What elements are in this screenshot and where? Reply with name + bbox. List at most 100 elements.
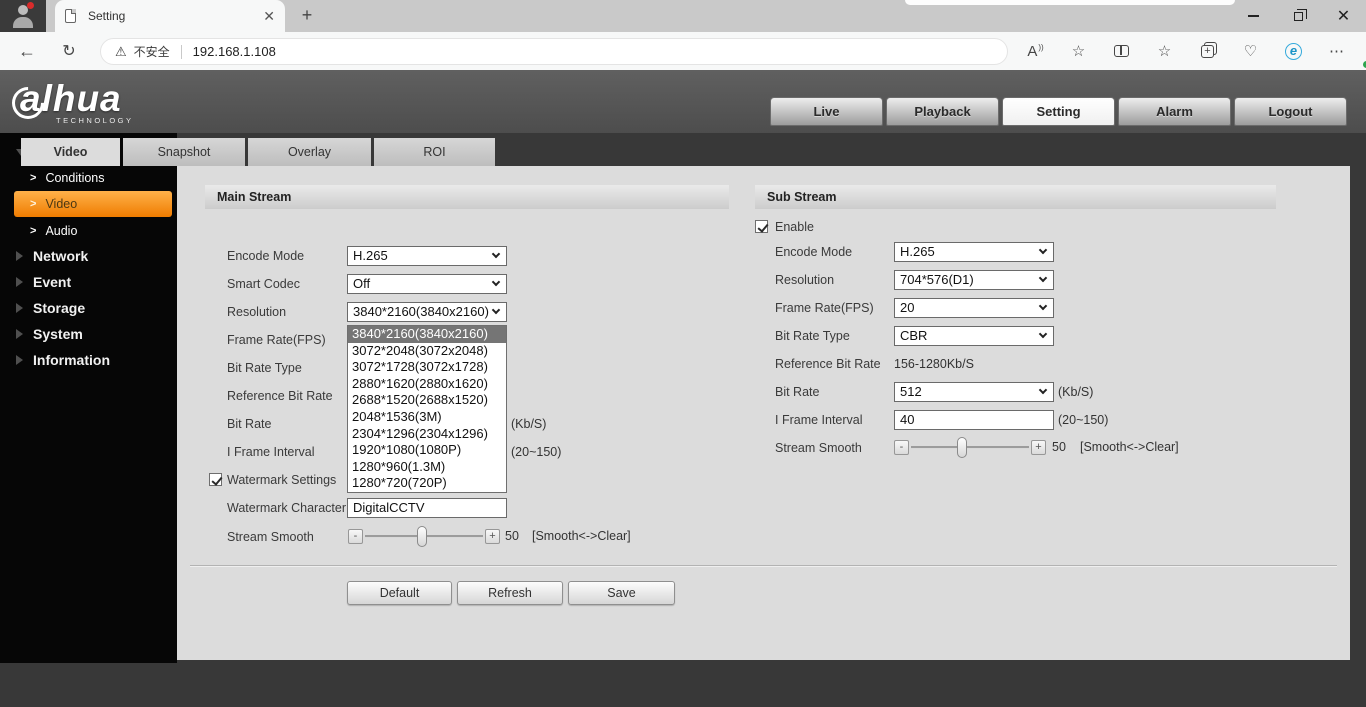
sidebar-groups: Network Event Storage System Information (0, 247, 177, 369)
sub-stream-smooth-hint: [Smooth<->Clear] (1080, 440, 1179, 454)
browser-tab-strip: Setting ✕ + ✕ (0, 0, 1366, 32)
split-screen-glyph-icon (1114, 45, 1129, 57)
default-button[interactable]: Default (347, 581, 452, 605)
sub-reference-bit-rate-label: Reference Bit Rate (775, 354, 881, 374)
resolution-option[interactable]: 3840*2160(3840x2160) (348, 326, 506, 343)
stream-smooth-plus-button[interactable]: + (485, 529, 500, 544)
nav-button[interactable]: Setting (1002, 97, 1115, 126)
sub-stream-smooth-label: Stream Smooth (775, 438, 862, 458)
main-stream-header: Main Stream (205, 185, 729, 209)
back-icon[interactable]: ← (16, 32, 38, 70)
resolution-option[interactable]: 2304*1296(2304x1296) (348, 426, 506, 443)
sidebar-group-label: Event (33, 274, 71, 290)
sidebar-item[interactable]: > Audio (30, 222, 177, 240)
tab-groups-glyph-icon: + (1201, 45, 1214, 58)
content-tab[interactable]: ROI (374, 138, 495, 166)
collections-icon[interactable]: ☆≡ (1143, 32, 1186, 70)
content-tab[interactable]: Snapshot (123, 138, 245, 166)
sidebar-group[interactable]: System (0, 325, 177, 343)
resolution-option[interactable]: 2048*1536(3M) (348, 409, 506, 426)
sub-resolution-select[interactable]: 704*576(D1) (894, 270, 1054, 290)
sub-frame-rate-select[interactable]: 20 (894, 298, 1054, 318)
sidebar-item[interactable]: > Video (14, 191, 172, 217)
save-button[interactable]: Save (568, 581, 675, 605)
encode-mode-label: Encode Mode (227, 246, 304, 266)
resolution-option[interactable]: 1280*720(720P) (348, 475, 506, 492)
tab-close-icon[interactable]: ✕ (263, 8, 275, 25)
address-bar[interactable]: ⚠ 不安全 192.168.1.108 (100, 38, 1008, 65)
resolution-option[interactable]: 3072*1728(3072x1728) (348, 359, 506, 376)
resolution-option[interactable]: 1280*960(1.3M) (348, 459, 506, 476)
watermark-settings-label: Watermark Settings (227, 470, 336, 490)
sub-bit-rate-type-select[interactable]: CBR (894, 326, 1054, 346)
sub-stream-smooth-value: 50 (1052, 440, 1066, 454)
restore-icon (1294, 12, 1303, 21)
slider-thumb[interactable] (957, 437, 967, 458)
sub-stream-smooth-minus-button[interactable]: - (894, 440, 909, 455)
chevron-down-icon (492, 306, 500, 314)
refresh-icon[interactable]: ↻ (58, 32, 80, 70)
sub-frame-rate-label: Frame Rate(FPS) (775, 298, 874, 318)
sub-enable-checkbox[interactable] (755, 220, 768, 233)
sub-encode-mode-value: H.265 (900, 244, 935, 259)
sidebar-group-label: Network (33, 248, 88, 264)
resolution-option[interactable]: 2688*1520(2688x1520) (348, 392, 506, 409)
sub-encode-mode-select[interactable]: H.265 (894, 242, 1054, 262)
tab-groups-icon[interactable]: + (1186, 32, 1229, 70)
browser-tab-setting[interactable]: Setting ✕ (55, 0, 285, 32)
resolution-option[interactable]: 2880*1620(2880x1620) (348, 376, 506, 393)
minimize-button[interactable] (1231, 0, 1276, 32)
sidebar-group[interactable]: Network (0, 247, 177, 265)
ie-mode-icon[interactable]: e (1272, 32, 1315, 70)
sidebar-group-label: Storage (33, 300, 85, 316)
content-tab[interactable]: Overlay (248, 138, 371, 166)
more-menu-icon[interactable]: ⋯ (1315, 32, 1358, 70)
browser-essentials-icon[interactable]: ♡ (1229, 32, 1272, 70)
toolbar-icons: A)) ☆ ☆≡ + ♡ e ⋯ (1014, 32, 1366, 70)
nav-button[interactable]: Alarm (1118, 97, 1231, 126)
split-screen-icon[interactable] (1100, 32, 1143, 70)
stream-smooth-minus-button[interactable]: - (348, 529, 363, 544)
sidebar-group-label: System (33, 326, 83, 342)
sub-stream-smooth-slider[interactable] (911, 446, 1029, 449)
browser-profile-button[interactable] (0, 0, 46, 32)
content-tab[interactable]: Video (21, 138, 120, 166)
nav-button[interactable]: Live (770, 97, 883, 126)
favorites-star-icon[interactable]: ☆ (1057, 32, 1100, 70)
sub-bit-rate-label: Bit Rate (775, 382, 819, 402)
nav-button[interactable]: Logout (1234, 97, 1347, 126)
url-text: 192.168.1.108 (193, 44, 276, 59)
sidebar-group[interactable]: Event (0, 273, 177, 291)
restore-button[interactable] (1276, 0, 1321, 32)
refresh-button[interactable]: Refresh (457, 581, 563, 605)
sub-bit-rate-select[interactable]: 512 (894, 382, 1054, 402)
sidebar-item[interactable]: > Conditions (30, 169, 177, 187)
resolution-dropdown: 3840*2160(3840x2160)3072*2048(3072x2048)… (347, 325, 507, 493)
sidebar-group[interactable]: Information (0, 351, 177, 369)
chevron-down-icon (1039, 302, 1047, 310)
close-button[interactable]: ✕ (1321, 0, 1366, 32)
sub-i-frame-interval-input[interactable]: 40 (894, 410, 1054, 430)
smart-codec-select[interactable]: Off (347, 274, 507, 294)
resolution-option[interactable]: 3072*2048(3072x2048) (348, 343, 506, 360)
resolution-label: Resolution (227, 302, 286, 322)
watermark-character-label: Watermark Character (227, 498, 346, 518)
resolution-select[interactable]: 3840*2160(3840x2160) (347, 302, 507, 322)
resolution-option[interactable]: 1920*1080(1080P) (348, 442, 506, 459)
sidebar-item-label: Video (45, 197, 77, 211)
new-tab-button[interactable]: + (292, 0, 322, 32)
top-nav: LivePlaybackSettingAlarmLogout (770, 97, 1347, 126)
stream-smooth-value: 50 (505, 529, 519, 543)
nav-button[interactable]: Playback (886, 97, 999, 126)
watermark-settings-checkbox[interactable] (209, 473, 222, 486)
sub-enable-label: Enable (775, 217, 814, 237)
stream-smooth-slider[interactable] (365, 535, 483, 538)
watermark-character-input[interactable]: DigitalCCTV (347, 498, 507, 518)
slider-thumb[interactable] (417, 526, 427, 547)
sidebar-group[interactable]: Storage (0, 299, 177, 317)
read-aloud-icon[interactable]: A)) (1014, 32, 1057, 70)
i-frame-interval-label: I Frame Interval (227, 442, 315, 462)
sub-stream-smooth-plus-button[interactable]: + (1031, 440, 1046, 455)
encode-mode-select[interactable]: H.265 (347, 246, 507, 266)
stream-smooth-hint: [Smooth<->Clear] (532, 529, 631, 543)
